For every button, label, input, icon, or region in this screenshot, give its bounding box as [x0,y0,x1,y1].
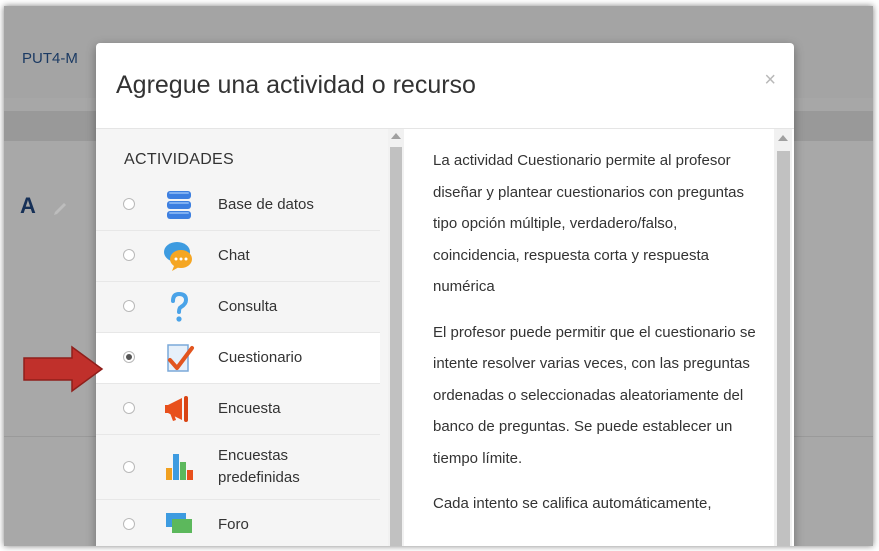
radio-base-de-datos[interactable] [123,198,135,210]
pencil-icon [54,203,66,215]
modal-header: Agregue una actividad o recurso × [96,43,794,129]
description-paragraph-1: La actividad Cuestionario permite al pro… [433,152,745,295]
megaphone-icon [165,396,188,422]
activity-label: Encuesta [218,400,281,417]
modal-title: Agregue una actividad o recurso [116,71,476,99]
activity-label: Consulta [218,298,278,315]
activity-item-cuestionario[interactable]: Cuestionario [96,333,380,384]
scroll-up-arrow-icon[interactable] [391,133,401,139]
question-icon [171,291,189,322]
activities-section-title: ACTIVIDADES [124,151,234,168]
scrollbar-thumb[interactable] [390,147,402,546]
activity-item-base-de-datos[interactable]: Base de datos [96,180,380,231]
activity-label: Cuestionario [218,349,303,366]
activity-label: Base de datos [218,196,314,213]
radio-cuestionario[interactable] [123,351,135,363]
forum-icon [166,513,192,533]
activity-label-line1: Encuestas [218,447,289,464]
radio-encuesta[interactable] [123,402,135,414]
quiz-icon [167,344,194,372]
activity-item-encuestas-predefinidas[interactable]: Encuestas predefinidas [96,435,380,500]
activity-item-chat[interactable]: Chat [96,231,380,282]
chat-icon [164,242,192,271]
background-letter: A [20,193,36,218]
radio-encuestas-predefinidas[interactable] [123,461,135,473]
scrollbar-thumb[interactable] [777,151,790,546]
activity-label: Chat [218,247,250,264]
description-paragraph-2: El profesor puede permitir que el cuesti… [433,323,756,467]
radio-chat[interactable] [123,249,135,261]
activity-description: La actividad Cuestionario permite al pro… [433,145,768,534]
description-paragraph-3: Cada intento se califica automáticamente… [433,495,712,512]
activities-list: Base de datos Chat Consulta Cuestionario… [96,180,388,546]
activities-scrollbar[interactable] [388,129,404,546]
activity-item-encuesta[interactable]: Encuesta [96,384,380,435]
radio-foro[interactable] [123,518,135,530]
description-scrollbar[interactable] [774,129,792,546]
background-course-code: PUT4-M [22,50,78,67]
scroll-up-arrow-icon[interactable] [778,135,788,141]
close-icon[interactable]: × [764,69,776,92]
activity-label: Encuestas predefinidas [218,445,300,489]
screenshot-frame: PUT4-M A Agregue una actividad o recurso… [4,6,873,546]
activity-label-line2: predefinidas [218,469,300,486]
add-activity-modal: Agregue una actividad o recurso × ACTIVI… [96,43,794,546]
database-icon [167,191,191,219]
activity-label: Foro [218,516,249,533]
bar-chart-icon [166,454,193,480]
annotation-arrow-icon [23,345,104,393]
activity-item-consulta[interactable]: Consulta [96,282,380,333]
activity-item-foro[interactable]: Foro [96,500,380,546]
description-pane: La actividad Cuestionario permite al pro… [414,129,774,546]
radio-consulta[interactable] [123,300,135,312]
